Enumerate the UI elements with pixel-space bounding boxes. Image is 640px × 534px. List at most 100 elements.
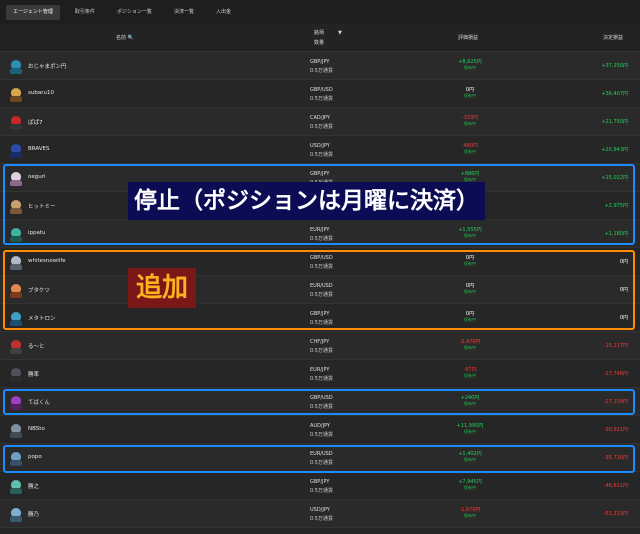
currency-pair: EUR/USD (310, 451, 333, 457)
position-status: 保有中 (464, 401, 476, 406)
currency-pair: USD/JPY (310, 507, 330, 513)
currency-pair: EUR/USD (310, 283, 333, 289)
header-name[interactable]: 名前 🔍 (116, 34, 134, 41)
agent-name[interactable]: る～と (28, 342, 45, 350)
currency-pair: CAD/JPY (310, 115, 330, 121)
sort-icon[interactable]: ▼ (338, 30, 342, 36)
position-quantity: 0.5万通貨 (310, 96, 333, 102)
position-quantity: 0.5万通貨 (310, 320, 333, 326)
agent-avatar-icon (8, 366, 24, 382)
position-quantity: 0.5万通貨 (310, 68, 333, 74)
unrealized-pnl: -480円 (461, 143, 479, 149)
realized-pnl: -15,117円 (603, 343, 628, 349)
agent-name[interactable]: おじゃまポン円 (28, 62, 67, 70)
currency-pair: GBP/JPY (310, 311, 330, 317)
agent-avatar-icon (8, 478, 24, 494)
agent-name[interactable]: oeguri (28, 174, 46, 180)
agent-avatar-icon (8, 338, 24, 354)
agent-name[interactable]: てばくん (28, 398, 50, 406)
unrealized-pnl: +8,625円 (458, 59, 482, 65)
realized-pnl: +20,943円 (601, 147, 628, 153)
table-row[interactable]: る～と CHF/JPY 0.5万通貨 -2,470円 保有中 -15,117円 (0, 332, 640, 360)
table-row[interactable]: ぱぱ7 CAD/JPY 0.5万通貨 -333円 保有中 +21,750円 (0, 108, 640, 136)
header-quantity[interactable]: 数量 (314, 39, 324, 46)
currency-pair: AUD/JPY (310, 423, 331, 429)
table-row[interactable]: 勝率 EUR/JPY 0.5万通貨 -97円 保有中 -17,746円 (0, 360, 640, 388)
currency-pair: USD/JPY (310, 143, 330, 149)
unrealized-pnl: 0円 (465, 255, 475, 261)
tab-agent-management[interactable]: エージェント管理 (6, 4, 60, 20)
unrealized-pnl: +1,555円 (458, 227, 482, 233)
position-status: 保有中 (464, 485, 476, 490)
agent-avatar-icon (8, 142, 24, 158)
realized-pnl: +21,750円 (601, 119, 628, 125)
position-status: 保有中 (464, 429, 476, 434)
tab-trade-conditions[interactable]: 取引条件 (68, 5, 102, 20)
unrealized-pnl: +7,945円 (458, 479, 482, 485)
position-quantity: 0.5万通貨 (310, 264, 333, 270)
realized-pnl: -27,109円 (603, 399, 628, 405)
unrealized-pnl: -1,670円 (459, 507, 481, 513)
position-status: 保有中 (464, 121, 476, 126)
position-quantity: 0.5万通貨 (310, 460, 333, 466)
currency-pair: GBP/USD (310, 255, 333, 261)
table-row[interactable]: ブタケツ EUR/USD 0.5万通貨 0円 保有中 0円 (0, 276, 640, 304)
tab-positions[interactable]: ポジション一覧 (110, 5, 159, 20)
position-quantity: 0.5万通貨 (310, 516, 333, 522)
tab-deposit[interactable]: 入出金 (209, 5, 238, 20)
currency-pair: EUR/JPY (310, 227, 330, 233)
agent-name[interactable]: BRAVES (28, 146, 50, 152)
stop-annotation: 停止（ポジションは月曜に決済） (128, 182, 485, 220)
position-status: 保有中 (464, 373, 476, 378)
header-unrealized-pnl[interactable]: 評価損益 (458, 34, 478, 41)
realized-pnl: -51,313円 (603, 511, 628, 517)
agent-name[interactable]: ブタケツ (28, 286, 50, 294)
agent-avatar-icon (8, 422, 24, 438)
table-row[interactable]: ippatu EUR/JPY 0.5万通貨 +1,555円 保有中 +1,180円 (0, 220, 640, 248)
agent-avatar-icon (8, 86, 24, 102)
position-quantity: 0.5万通貨 (310, 404, 333, 410)
agent-name[interactable]: popo (28, 454, 42, 460)
table-row[interactable]: てばくん GBP/USD 0.5万通貨 +240円 保有中 -27,109円 (0, 388, 640, 416)
add-annotation: 追加 (128, 268, 197, 308)
position-status: 保有中 (464, 289, 476, 294)
table-row[interactable]: 勝之 GBP/JPY 0.5万通貨 +7,945円 保有中 -46,611円 (0, 472, 640, 500)
table-row[interactable]: popo EUR/USD 0.5万通貨 +1,402円 保有中 -35,716円 (0, 444, 640, 472)
agent-name[interactable]: whitesnowlife (28, 258, 66, 264)
position-quantity: 0.5万通貨 (310, 376, 333, 382)
table-row[interactable]: BRAVES USD/JPY 0.5万通貨 -480円 保有中 +20,943円 (0, 136, 640, 164)
currency-pair: GBP/USD (310, 87, 333, 93)
position-status: 保有中 (464, 261, 476, 266)
agent-name[interactable]: subaru10 (28, 90, 54, 96)
agent-avatar-icon (8, 198, 24, 214)
table-row[interactable]: メタトロン GBP/JPY 0.5万通貨 0円 保有中 0円 (0, 304, 640, 332)
table-row[interactable]: NBSto AUD/JPY 0.5万通貨 +11,995円 保有中 -30,921円 (0, 416, 640, 444)
agent-name[interactable]: ヒットミー (28, 202, 56, 210)
search-icon[interactable]: 🔍 (128, 35, 134, 41)
table-row[interactable]: whitesnowlife GBP/USD 0.5万通貨 0円 保有中 0円 (0, 248, 640, 276)
header-realized-pnl[interactable]: 決定損益 (603, 34, 623, 41)
unrealized-pnl: 0円 (465, 283, 475, 289)
header-symbol[interactable]: 銘柄 (314, 29, 324, 36)
position-status: 保有中 (464, 457, 476, 462)
realized-pnl: 0円 (619, 287, 628, 293)
position-status: 保有中 (464, 233, 476, 238)
unrealized-pnl: -97円 (463, 367, 477, 373)
agent-name[interactable]: ぱぱ7 (28, 118, 43, 126)
agent-name[interactable]: ippatu (28, 230, 46, 236)
agent-name[interactable]: 勝乃 (28, 510, 39, 518)
tab-settlements[interactable]: 決済一覧 (167, 5, 201, 20)
table-row[interactable]: subaru10 GBP/USD 0.5万通貨 0円 保有中 +36,407円 (0, 80, 640, 108)
agent-name[interactable]: NBSto (28, 426, 45, 432)
agent-name[interactable]: 勝之 (28, 482, 39, 490)
realized-pnl: +36,407円 (601, 91, 628, 97)
currency-pair: CHF/JPY (310, 339, 330, 345)
realized-pnl: -30,921円 (603, 427, 628, 433)
table-row[interactable]: 勝乃 USD/JPY 0.5万通貨 -1,670円 保有中 -51,313円 (0, 500, 640, 528)
agent-avatar-icon (8, 506, 24, 522)
currency-pair: EUR/JPY (310, 367, 330, 373)
agent-name[interactable]: メタトロン (28, 314, 56, 322)
unrealized-pnl: +240円 (460, 395, 480, 401)
table-row[interactable]: おじゃまポン円 GBP/JPY 0.5万通貨 +8,625円 保有中 +37,250円 (0, 52, 640, 80)
agent-name[interactable]: 勝率 (28, 370, 39, 378)
